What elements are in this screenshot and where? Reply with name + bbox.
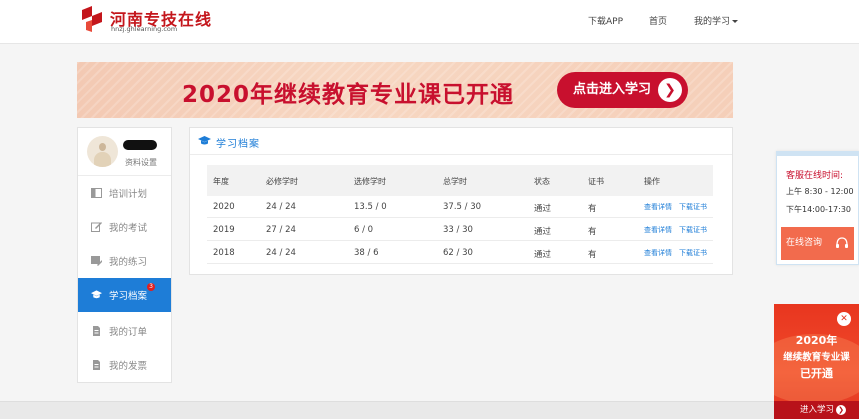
service-top-strip (777, 152, 858, 156)
close-icon[interactable]: ✕ (837, 312, 851, 326)
redacted-username (123, 140, 157, 150)
table-row: 2020 24 / 24 13.5 / 0 37.5 / 30 通过 有 查看详… (207, 196, 713, 218)
banner-enter-button[interactable]: 点击进入学习 ❯ (557, 72, 688, 108)
download-certificate-link[interactable]: 下载证书 (679, 203, 707, 211)
promo-line-open: 已开通 (800, 367, 833, 380)
document-icon (93, 326, 100, 336)
col-year: 年度 (213, 177, 229, 186)
cell-elective-hours: 38 / 6 (354, 248, 379, 258)
cell-operations: 查看详情 下载证书 (644, 202, 714, 212)
sidebar-item-my-exams[interactable]: 我的考试 (78, 210, 171, 244)
service-hours-morning: 上午 8:30 - 12:00 (786, 187, 854, 196)
col-elective-hours: 选修学时 (354, 177, 386, 186)
document-icon (93, 360, 100, 370)
sidebar-item-label: 我的练习 (109, 257, 148, 268)
headset-icon (836, 237, 848, 248)
cell-required-hours: 27 / 24 (266, 225, 296, 235)
cell-operations: 查看详情 下载证书 (644, 225, 714, 235)
download-certificate-link[interactable]: 下载证书 (679, 226, 707, 234)
service-hours-title: 客服在线时间: (786, 171, 844, 181)
chevron-right-icon: ❯ (658, 78, 682, 102)
view-details-link[interactable]: 查看详情 (644, 249, 672, 257)
service-hours-afternoon: 下午14:00-17:30 (786, 205, 851, 214)
col-required-hours: 必修学时 (266, 177, 298, 186)
cell-required-hours: 24 / 24 (266, 248, 296, 258)
banner-headline: 2020年继续教育专业课已开通 (182, 82, 515, 108)
nav-my-learning-label: 我的学习 (694, 17, 731, 27)
promo-banner[interactable]: 2020年继续教育专业课已开通 点击进入学习 ❯ (77, 62, 733, 118)
banner-button-label: 点击进入学习 (573, 82, 652, 97)
cell-total-hours: 62 / 30 (443, 248, 473, 258)
sidebar-item-label: 我的考试 (109, 223, 148, 234)
profile-card: 资料设置 (78, 128, 171, 176)
chevron-right-icon: ❯ (836, 405, 846, 415)
nav-download-app[interactable]: 下载APP (588, 14, 623, 27)
avatar-head (99, 143, 106, 151)
customer-service-box: 客服在线时间: 上午 8:30 - 12:00 下午14:00-17:30 在线… (776, 151, 859, 265)
cell-required-hours: 24 / 24 (266, 202, 296, 212)
promo-popup[interactable]: ✕ 2020年 继续教育专业课 已开通 进入学习 ❯ (774, 304, 859, 419)
col-status: 状态 (534, 177, 550, 186)
col-certificate: 证书 (588, 177, 604, 186)
sidebar-item-label: 我的订单 (109, 327, 148, 338)
cell-status: 通过 (534, 250, 552, 260)
book-icon (91, 188, 102, 198)
cell-total-hours: 33 / 30 (443, 225, 473, 235)
online-consult-button[interactable]: 在线咨询 (781, 227, 854, 260)
pencil-note-icon (91, 256, 102, 266)
sidebar-item-my-practice[interactable]: 我的练习 (78, 244, 171, 278)
cell-status: 通过 (534, 204, 552, 214)
sidebar: 资料设置 培训计划 我的考试 我的练习 学习档案 3 我的订单 我的发票 (77, 127, 172, 383)
cell-operations: 查看详情 下载证书 (644, 248, 714, 258)
cell-year: 2020 (213, 202, 235, 212)
promo-enter-button[interactable]: 进入学习 ❯ (774, 401, 859, 419)
panel-title: 学习档案 (216, 139, 260, 150)
edit-icon (91, 222, 102, 232)
avatar[interactable] (87, 136, 118, 167)
sidebar-item-training-plan[interactable]: 培训计划 (78, 176, 171, 210)
sidebar-item-my-invoices[interactable]: 我的发票 (78, 348, 171, 382)
sidebar-item-label: 学习档案 (109, 291, 148, 302)
online-consult-label: 在线咨询 (786, 238, 823, 248)
cell-certificate: 有 (588, 227, 597, 237)
avatar-body (94, 152, 111, 167)
cell-certificate: 有 (588, 250, 597, 260)
col-operations: 操作 (644, 177, 660, 186)
promo-button-label: 进入学习 (800, 405, 835, 415)
promo-line-year: 2020年 (795, 334, 838, 347)
graduation-cap-icon (198, 136, 211, 145)
sidebar-item-learning-records[interactable]: 学习档案 3 (78, 278, 171, 312)
sidebar-item-label: 培训计划 (109, 189, 148, 200)
logo-mark-icon (82, 6, 102, 32)
table-row: 2019 27 / 24 6 / 0 33 / 30 通过 有 查看详情 下载证书 (207, 219, 713, 241)
nav-my-learning[interactable]: 我的学习 (694, 14, 739, 27)
table-header: 年度 必修学时 选修学时 总学时 状态 证书 操作 (207, 165, 713, 196)
learning-records-panel: 学习档案 年度 必修学时 选修学时 总学时 状态 证书 操作 2020 24 /… (189, 127, 733, 275)
profile-settings-link[interactable]: 资料设置 (125, 157, 157, 168)
col-total-hours: 总学时 (443, 177, 467, 186)
nav-home[interactable]: 首页 (649, 14, 667, 27)
cell-elective-hours: 13.5 / 0 (354, 202, 387, 212)
sidebar-item-label: 我的发票 (109, 361, 148, 372)
download-certificate-link[interactable]: 下载证书 (679, 249, 707, 257)
caret-down-icon (732, 20, 739, 23)
promo-line-course: 继续教育专业课 (783, 352, 850, 363)
logo-subtitle: hnzj.ghlearning.com (111, 25, 178, 33)
graduation-cap-icon (91, 290, 102, 299)
cell-elective-hours: 6 / 0 (354, 225, 374, 235)
top-header: 河南专技在线 hnzj.ghlearning.com 下载APP 首页 我的学习 (0, 0, 859, 44)
cell-year: 2019 (213, 225, 235, 235)
table-row: 2018 24 / 24 38 / 6 62 / 30 通过 有 查看详情 下载证… (207, 242, 713, 264)
cell-certificate: 有 (588, 204, 597, 214)
panel-header: 学习档案 (190, 128, 732, 155)
cell-total-hours: 37.5 / 30 (443, 202, 482, 212)
cell-year: 2018 (213, 248, 235, 258)
footer-strip (0, 401, 774, 419)
sidebar-item-my-orders[interactable]: 我的订单 (78, 314, 171, 348)
site-logo[interactable]: 河南专技在线 hnzj.ghlearning.com (80, 6, 220, 36)
cell-status: 通过 (534, 227, 552, 237)
view-details-link[interactable]: 查看详情 (644, 226, 672, 234)
notification-badge: 3 (147, 283, 155, 291)
view-details-link[interactable]: 查看详情 (644, 203, 672, 211)
